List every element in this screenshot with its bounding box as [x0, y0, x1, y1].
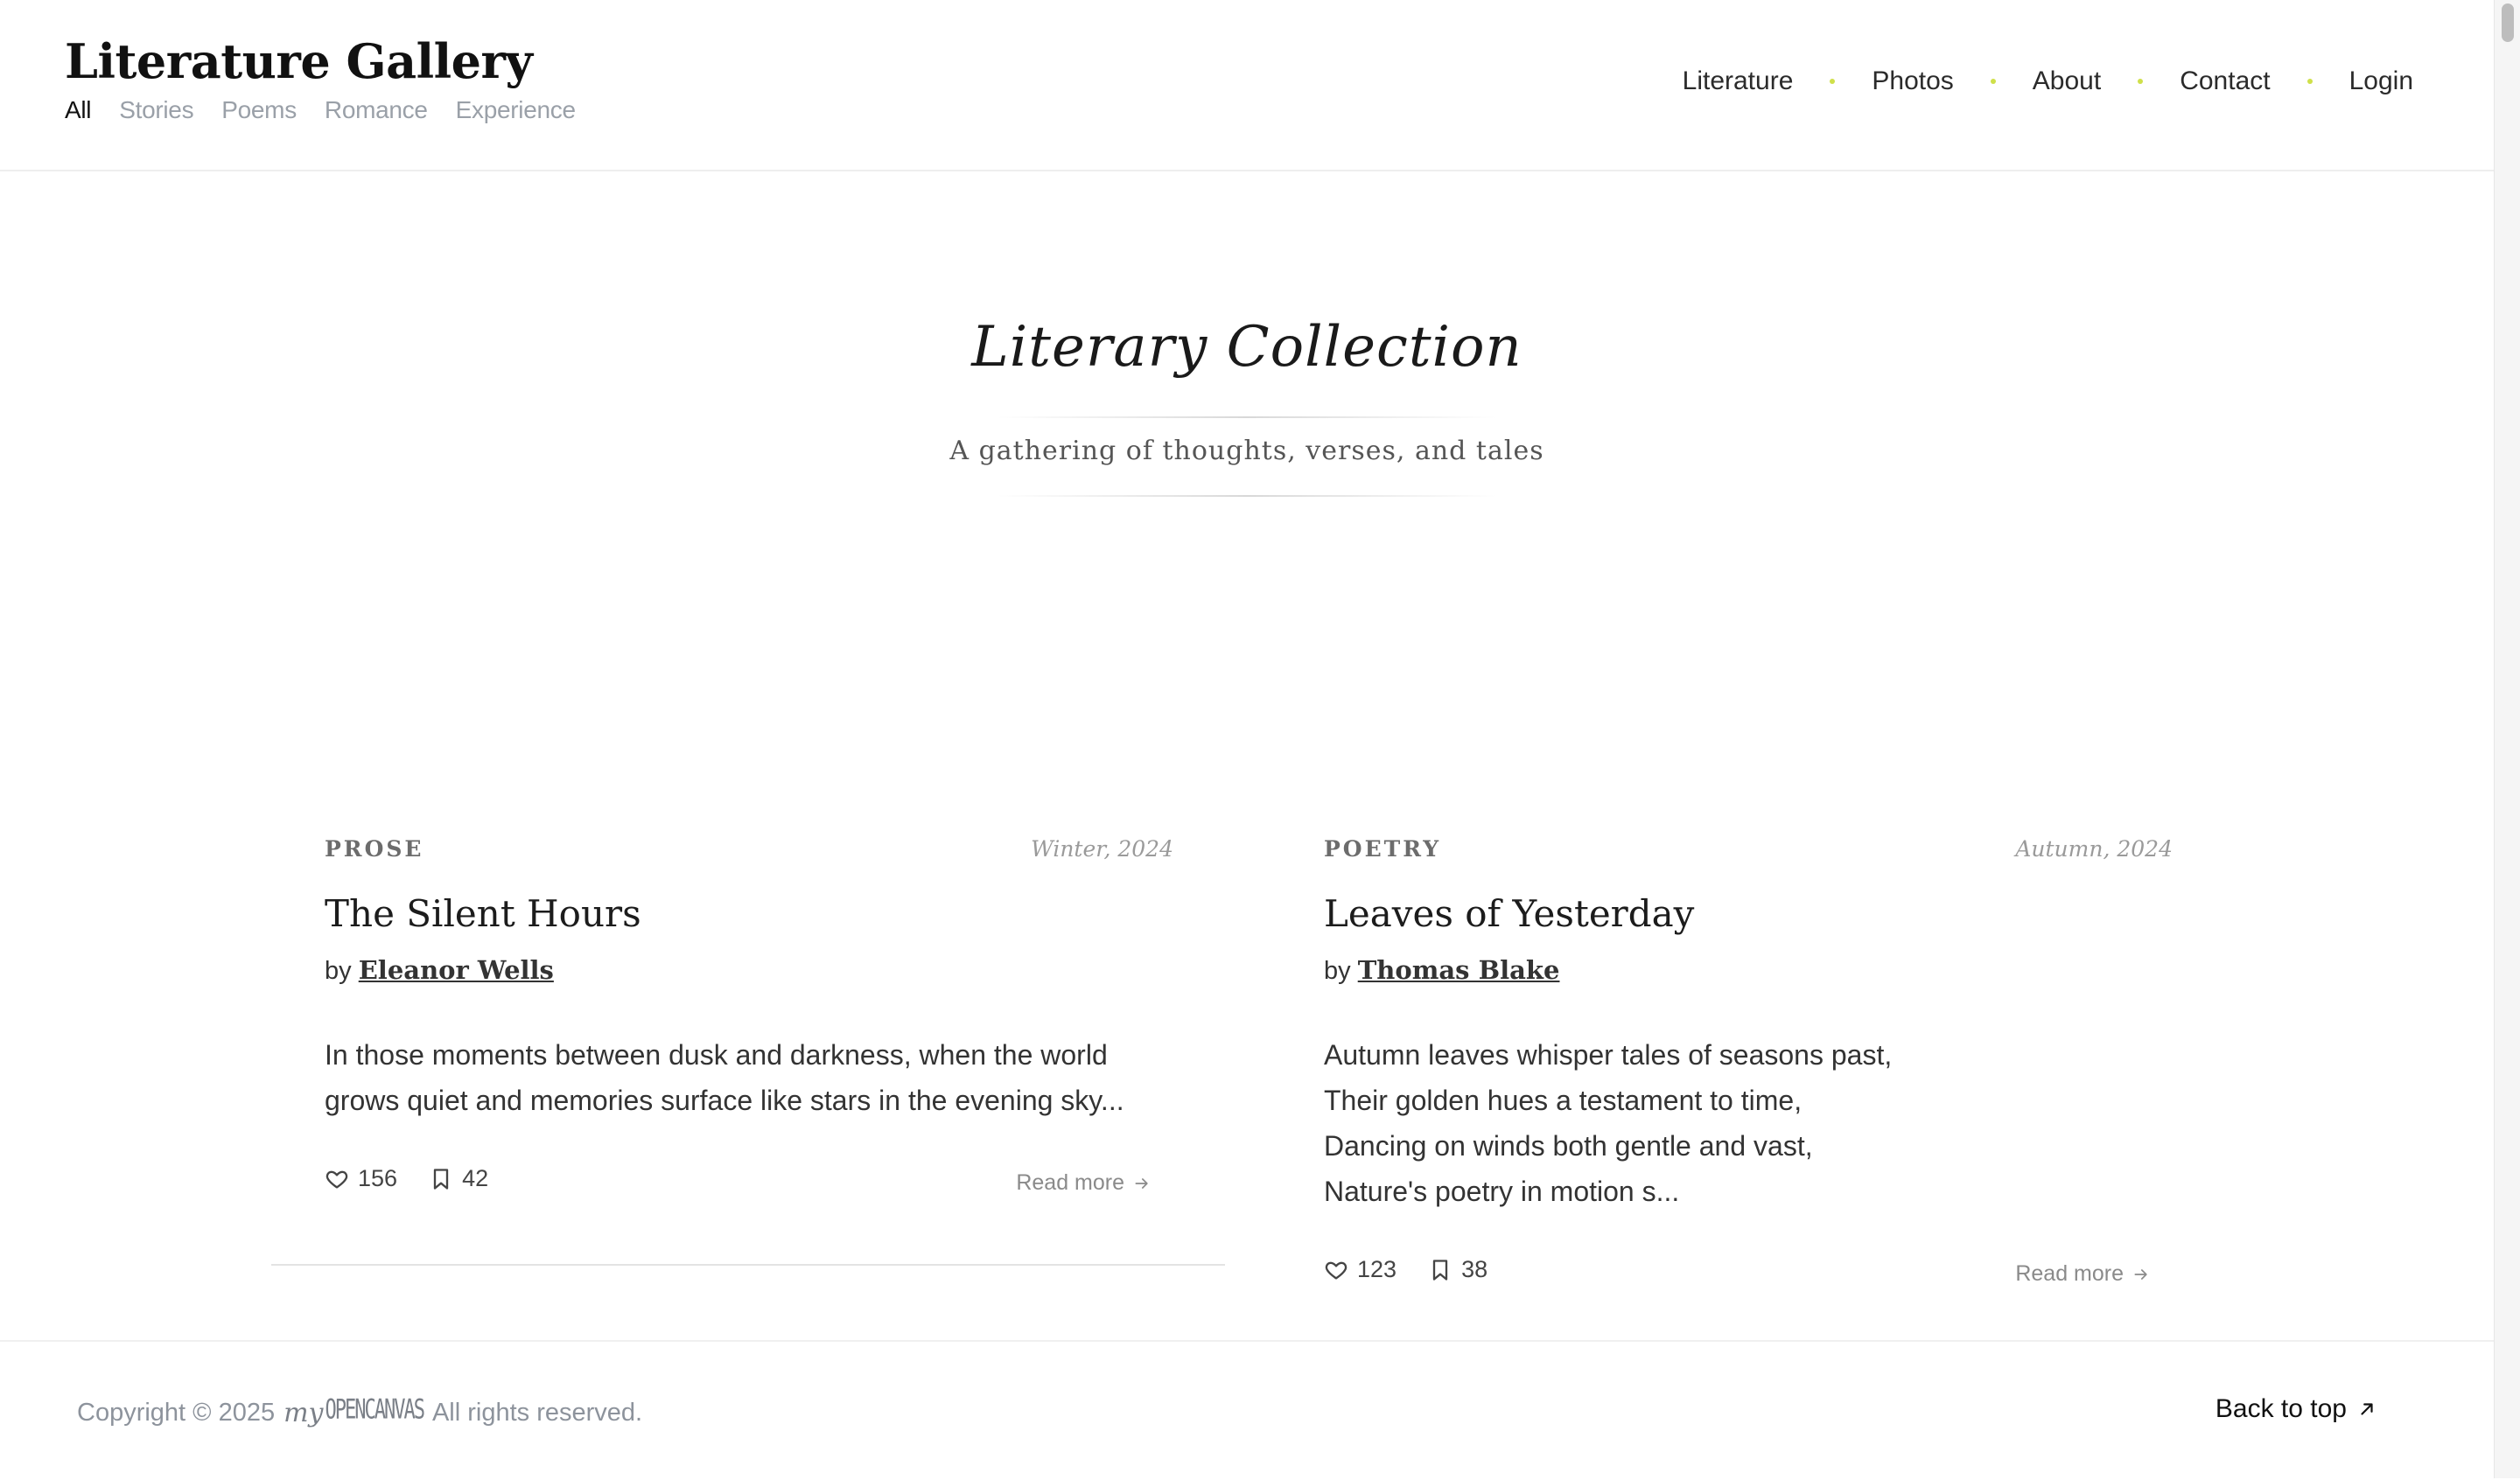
- nav-about[interactable]: About: [2033, 66, 2101, 96]
- brand-mark-logo: my OPENCANVAS: [284, 1395, 425, 1428]
- nav-contact[interactable]: Contact: [2180, 66, 2270, 96]
- nav-photos[interactable]: Photos: [1872, 66, 1953, 96]
- bookmark-count: 42: [462, 1165, 489, 1191]
- card-date: Autumn, 2024: [2015, 836, 2173, 862]
- heart-icon: [1325, 1261, 1348, 1279]
- like-button[interactable]: 123: [1324, 1256, 1396, 1283]
- read-more-label: Read more: [1016, 1170, 1124, 1195]
- filter-poems[interactable]: Poems: [221, 96, 297, 124]
- arrow-right-icon: [1135, 1177, 1148, 1189]
- arrow-right-icon: [2134, 1268, 2147, 1280]
- card-title[interactable]: The Silent Hours: [325, 892, 641, 935]
- bookmark-icon: [433, 1168, 449, 1190]
- nav-separator-dot: [1830, 79, 1836, 84]
- byline-prefix: by: [1324, 957, 1351, 985]
- card-date: Winter, 2024: [1031, 836, 1173, 862]
- excerpt-line: Nature's poetry in motion s...: [1324, 1176, 1680, 1207]
- excerpt-line: Autumn leaves whisper tales of seasons p…: [1324, 1039, 1893, 1071]
- brand-mark-my: my: [284, 1398, 324, 1428]
- card-stats: 123 38: [1324, 1256, 1488, 1283]
- bookmark-icon: [1432, 1259, 1448, 1281]
- rights-label: All rights reserved.: [431, 1399, 643, 1427]
- back-to-top-label: Back to top: [2215, 1394, 2347, 1423]
- read-more-link[interactable]: Read more: [2015, 1261, 2150, 1287]
- site-logo[interactable]: Literature Gallery: [65, 33, 533, 89]
- card-divider: [271, 1264, 1225, 1266]
- card-excerpt: Autumn leaves whisper tales of seasons p…: [1324, 1032, 2164, 1214]
- nav-login[interactable]: Login: [2349, 66, 2413, 96]
- heart-icon: [326, 1170, 348, 1188]
- filter-stories[interactable]: Stories: [119, 96, 193, 124]
- hero-subtitle: A gathering of thoughts, verses, and tal…: [949, 436, 1544, 466]
- category-filters: All Stories Poems Romance Experience: [65, 96, 576, 124]
- card-byline: by Eleanor Wells: [325, 955, 554, 986]
- like-button[interactable]: 156: [325, 1165, 397, 1192]
- excerpt-line: In those moments between dusk and darkne…: [325, 1039, 1108, 1071]
- read-more-label: Read more: [2015, 1261, 2124, 1286]
- brand-mark-name: OPENCANVAS: [325, 1395, 425, 1426]
- read-more-link[interactable]: Read more: [1016, 1170, 1151, 1196]
- card-excerpt: In those moments between dusk and darkne…: [325, 1032, 1165, 1123]
- hero-divider-top: [998, 416, 1496, 418]
- excerpt-line: grows quiet and memories surface like st…: [325, 1085, 1124, 1116]
- byline-prefix: by: [325, 957, 352, 985]
- like-count: 156: [358, 1165, 398, 1191]
- main-nav: Literature Photos About Contact Login: [1683, 66, 2413, 96]
- copyright-text: Copyright © 2025 my OPENCANVAS All right…: [77, 1395, 643, 1428]
- like-count: 123: [1357, 1256, 1397, 1282]
- bookmark-count: 38: [1461, 1256, 1488, 1282]
- copyright-label: Copyright © 2025: [77, 1399, 276, 1427]
- card-byline: by Thomas Blake: [1324, 955, 1559, 986]
- site-footer: Copyright © 2025 my OPENCANVAS All right…: [0, 1340, 2494, 1480]
- card-author-link[interactable]: Thomas Blake: [1358, 955, 1560, 985]
- hero-title: Literary Collection: [971, 315, 1522, 380]
- literature-card[interactable]: POETRY Autumn, 2024 Leaves of Yesterday …: [1324, 822, 2173, 1286]
- card-meta: PROSE Winter, 2024: [325, 822, 1173, 862]
- site-header: Literature Gallery All Stories Poems Rom…: [0, 0, 2494, 171]
- nav-separator-dot: [2306, 79, 2313, 84]
- scrollbar-thumb[interactable]: [2502, 3, 2514, 42]
- excerpt-line: Their golden hues a testament to time,: [1324, 1085, 1802, 1116]
- filter-experience[interactable]: Experience: [456, 96, 576, 124]
- literature-card[interactable]: PROSE Winter, 2024 The Silent Hours by E…: [325, 822, 1173, 1195]
- card-author-link[interactable]: Eleanor Wells: [359, 955, 554, 985]
- filter-all[interactable]: All: [65, 96, 92, 124]
- hero-divider-bottom: [998, 495, 1496, 497]
- card-meta: POETRY Autumn, 2024: [1324, 822, 2173, 862]
- bookmark-button[interactable]: 42: [429, 1165, 488, 1192]
- card-category: PROSE: [325, 836, 424, 862]
- nav-separator-dot: [2138, 79, 2144, 84]
- bookmark-button[interactable]: 38: [1428, 1256, 1488, 1283]
- card-stats: 156 42: [325, 1165, 488, 1192]
- arrow-up-right-icon: [2361, 1403, 2373, 1415]
- page-scrollbar[interactable]: [2494, 0, 2520, 1478]
- card-title[interactable]: Leaves of Yesterday: [1324, 892, 1694, 935]
- card-category: POETRY: [1324, 836, 1442, 862]
- filter-romance[interactable]: Romance: [325, 96, 428, 124]
- excerpt-line: Dancing on winds both gentle and vast,: [1324, 1130, 1813, 1162]
- nav-literature[interactable]: Literature: [1683, 66, 1794, 96]
- nav-separator-dot: [1990, 79, 1996, 84]
- back-to-top-link[interactable]: Back to top: [2216, 1394, 2376, 1424]
